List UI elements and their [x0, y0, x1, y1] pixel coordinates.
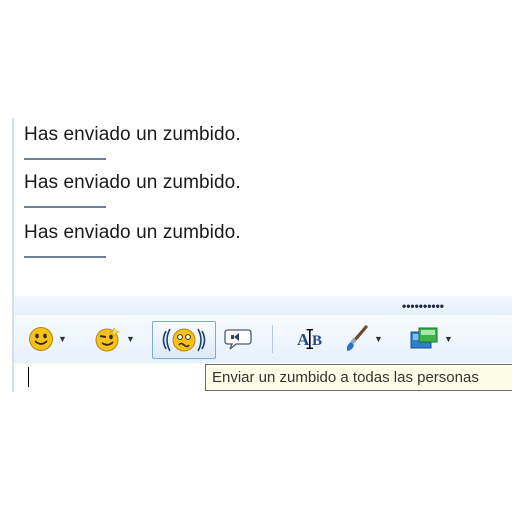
message-divider	[24, 158, 106, 160]
message-nudge-3: Has enviado un zumbido.	[24, 222, 241, 243]
smiley-icon	[29, 327, 53, 351]
wink-button[interactable]: ▼	[94, 321, 135, 357]
svg-text:B: B	[312, 333, 322, 349]
chevron-down-icon[interactable]: ▼	[58, 334, 67, 344]
messenger-window: Has enviado un zumbido. Has enviado un z…	[0, 0, 512, 512]
toolbar-separator	[272, 325, 273, 353]
message-nudge-1: Has enviado un zumbido.	[24, 124, 241, 145]
blank-area	[0, 0, 512, 118]
emoticon-button[interactable]: ▼	[28, 321, 67, 357]
nudge-button[interactable]	[152, 321, 216, 359]
message-nudge-2: Has enviado un zumbido.	[24, 172, 241, 193]
blank-area	[0, 392, 512, 512]
message-divider	[24, 256, 106, 258]
paintbrush-icon	[346, 325, 368, 351]
wink-icon	[95, 327, 120, 352]
chevron-down-icon[interactable]: ▼	[444, 334, 453, 344]
font-icon: A B	[297, 329, 322, 349]
games-icon	[410, 327, 438, 349]
resize-splitter[interactable]: ••••••••••	[12, 296, 512, 315]
text-caret	[28, 367, 29, 387]
nudge-icon	[162, 328, 206, 352]
chevron-down-icon[interactable]: ▼	[126, 334, 135, 344]
message-divider	[24, 206, 106, 208]
background-button[interactable]: ▼	[344, 321, 383, 357]
voice-clip-button[interactable]	[224, 321, 252, 357]
grip-dots[interactable]: ••••••••••	[402, 300, 444, 312]
games-button[interactable]: ▼	[410, 321, 453, 357]
chevron-down-icon[interactable]: ▼	[374, 334, 383, 344]
nudge-tooltip: Enviar un zumbido a todas las personas	[205, 364, 512, 391]
speech-bubble-icon	[224, 329, 252, 350]
svg-text:A: A	[297, 330, 310, 349]
format-toolbar: ▼ ▼ A B ▼ ▼	[12, 315, 512, 363]
conversation-history[interactable]: Has enviado un zumbido. Has enviado un z…	[12, 118, 512, 296]
font-button[interactable]: A B	[296, 321, 326, 357]
